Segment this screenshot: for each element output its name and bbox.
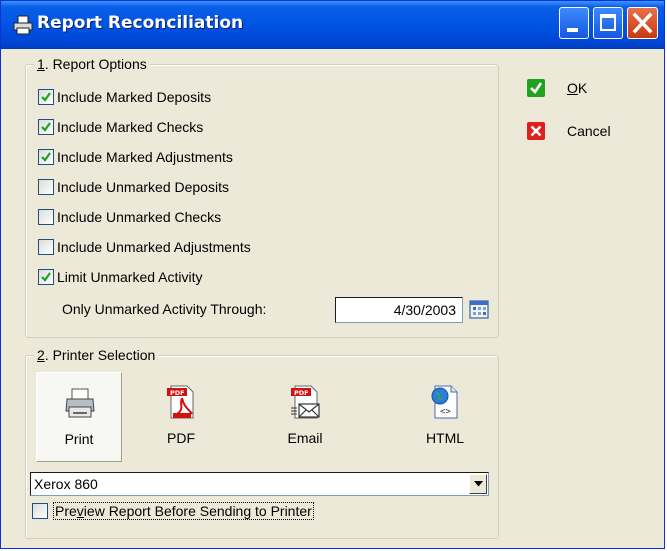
minimize-button[interactable] xyxy=(559,7,589,39)
check-icon xyxy=(41,152,51,162)
html-icon: <> xyxy=(431,385,458,419)
printer-icon xyxy=(65,388,95,418)
minimize-icon xyxy=(567,28,578,32)
checkbox-box[interactable] xyxy=(38,119,54,135)
title-bar[interactable]: Report Reconciliation xyxy=(1,1,664,49)
html-option-label: HTML xyxy=(425,430,465,446)
include-marked-deposits-checkbox[interactable]: Include Marked Deposits xyxy=(38,86,211,108)
limit-unmarked-activity-checkbox[interactable]: Limit Unmarked Activity xyxy=(38,266,202,288)
ok-label: OK xyxy=(567,80,588,96)
pdf-icon: PDF xyxy=(167,385,194,419)
checkbox-label: Include Unmarked Adjustments xyxy=(57,239,251,255)
checkbox-label: Limit Unmarked Activity xyxy=(57,269,203,285)
print-option-label: Print xyxy=(64,431,94,447)
email-pdf-icon: PDF xyxy=(291,385,320,419)
checkbox-box[interactable] xyxy=(32,503,48,519)
print-option[interactable]: Print xyxy=(36,372,122,462)
pdf-option[interactable]: PDF PDF xyxy=(138,372,224,462)
printer-title-icon xyxy=(13,15,33,35)
svg-text:<>: <> xyxy=(440,407,451,417)
checkbox-label: Include Marked Deposits xyxy=(57,89,212,105)
include-marked-adjustments-checkbox[interactable]: Include Marked Adjustments xyxy=(38,146,233,168)
include-unmarked-adjustments-checkbox[interactable]: Include Unmarked Adjustments xyxy=(38,236,251,258)
include-unmarked-checks-checkbox[interactable]: Include Unmarked Checks xyxy=(38,206,221,228)
check-icon xyxy=(41,92,51,102)
email-option-label: Email xyxy=(287,430,323,446)
check-icon xyxy=(41,272,51,282)
unmarked-through-date-input[interactable]: 4/30/2003 xyxy=(335,297,463,323)
maximize-icon xyxy=(600,14,616,31)
ok-check-icon xyxy=(527,79,545,97)
html-option[interactable]: <> HTML xyxy=(402,372,488,462)
checkbox-box[interactable] xyxy=(38,89,54,105)
maximize-button[interactable] xyxy=(593,7,623,39)
printer-selection-legend: 2. Printer Selection xyxy=(34,347,159,363)
checkbox-label: Include Marked Checks xyxy=(57,119,204,135)
include-marked-checks-checkbox[interactable]: Include Marked Checks xyxy=(38,116,203,138)
report-options-legend: 1. Report Options xyxy=(34,56,150,72)
printer-dropdown[interactable]: Xerox 860 xyxy=(30,472,489,496)
include-unmarked-deposits-checkbox[interactable]: Include Unmarked Deposits xyxy=(38,176,229,198)
cancel-button[interactable]: Cancel xyxy=(527,122,611,140)
checkbox-box[interactable] xyxy=(38,209,54,225)
printer-selection-group: 2. Printer Selection Print PDF PDF PDF E… xyxy=(25,347,499,539)
checkbox-box[interactable] xyxy=(38,179,54,195)
calendar-icon[interactable] xyxy=(469,299,489,319)
check-icon xyxy=(41,122,51,132)
ok-button[interactable]: OK xyxy=(527,79,587,97)
cancel-label: Cancel xyxy=(567,123,611,139)
window-title: Report Reconciliation xyxy=(37,13,244,33)
checkbox-box[interactable] xyxy=(38,269,54,285)
preview-report-label: Preview Report Before Sending to Printer xyxy=(53,502,314,520)
checkbox-label: Include Unmarked Checks xyxy=(57,209,222,225)
report-reconciliation-dialog: Report Reconciliation 1. Report Options … xyxy=(0,0,665,549)
email-option[interactable]: PDF Email xyxy=(262,372,348,462)
report-options-group: 1. Report Options Include Marked Deposit… xyxy=(25,56,499,338)
pdf-option-label: PDF xyxy=(167,430,195,446)
dropdown-arrow-button[interactable] xyxy=(469,474,487,494)
chevron-down-icon xyxy=(474,481,483,487)
checkbox-label: Include Unmarked Deposits xyxy=(57,179,229,195)
printer-dropdown-value: Xerox 860 xyxy=(34,476,98,492)
svg-text:PDF: PDF xyxy=(294,389,309,397)
checkbox-box[interactable] xyxy=(38,149,54,165)
checkbox-box[interactable] xyxy=(38,239,54,255)
cancel-x-icon xyxy=(527,122,545,140)
unmarked-through-label: Only Unmarked Activity Through: xyxy=(62,301,267,317)
checkbox-label: Include Marked Adjustments xyxy=(57,149,233,165)
close-icon xyxy=(632,12,653,34)
close-button[interactable] xyxy=(627,7,658,39)
preview-report-checkbox[interactable]: Preview Report Before Sending to Printer xyxy=(32,500,314,522)
svg-text:PDF: PDF xyxy=(170,389,185,397)
